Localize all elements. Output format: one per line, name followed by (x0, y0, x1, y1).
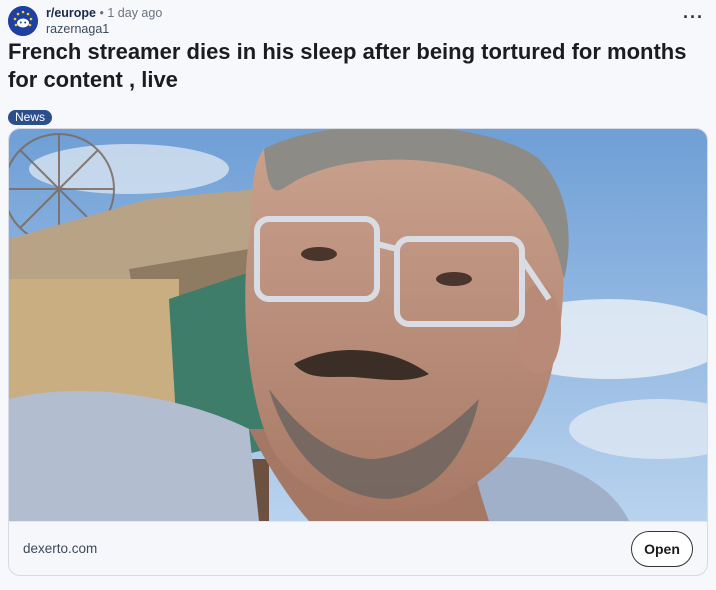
more-options-button[interactable]: ··· (683, 8, 704, 26)
post-time: 1 day ago (107, 6, 163, 20)
subreddit-avatar[interactable] (8, 6, 38, 36)
link-footer: dexerto.com Open (9, 521, 707, 575)
link-card[interactable]: dexerto.com Open (8, 128, 708, 576)
flair-badge[interactable]: News (8, 110, 53, 125)
photo-thumbnail[interactable] (9, 129, 707, 521)
subreddit-name[interactable]: r/europe (46, 6, 96, 20)
ellipsis-icon: ··· (683, 7, 704, 27)
meta-separator: • (99, 6, 104, 20)
link-domain[interactable]: dexerto.com (23, 541, 97, 556)
post-header: r/europe • 1 day ago razernaga1 ··· (8, 6, 708, 38)
open-link-button[interactable]: Open (631, 531, 693, 567)
post-meta: r/europe • 1 day ago razernaga1 (46, 6, 162, 37)
post-author[interactable]: razernaga1 (46, 22, 162, 37)
post-title[interactable]: French streamer dies in his sleep after … (8, 38, 708, 94)
